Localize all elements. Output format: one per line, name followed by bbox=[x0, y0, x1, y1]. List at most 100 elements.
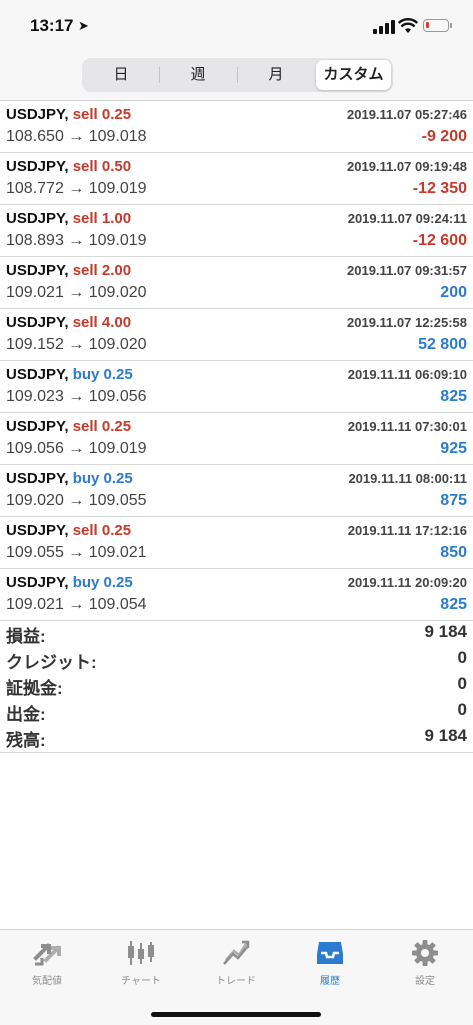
summary-row: 証拠金: 0 bbox=[0, 672, 473, 698]
trade-datetime: 2019.11.11 06:09:10 bbox=[347, 367, 467, 382]
trade-profit: 200 bbox=[440, 284, 467, 301]
trade-prices: 108.893 → 109.019 bbox=[6, 232, 147, 249]
trade-side: sell 0.25 bbox=[72, 106, 132, 123]
trade-datetime: 2019.11.07 09:19:48 bbox=[347, 159, 467, 174]
trade-prices: 109.152 → 109.020 bbox=[6, 336, 147, 353]
trade-datetime: 2019.11.11 17:12:16 bbox=[347, 523, 467, 538]
trade-row[interactable]: USDJPY, sell 0.25 2019.11.07 05:27:46 10… bbox=[0, 101, 473, 153]
period-header: 日 週 月 カスタム bbox=[0, 52, 473, 101]
inbox-tray-icon bbox=[317, 942, 343, 964]
summary-row: 損益: 9 184 bbox=[0, 620, 473, 646]
summary-label: 出金: bbox=[6, 705, 46, 724]
candlestick-chart-icon bbox=[128, 941, 154, 965]
trade-history-list: USDJPY, sell 0.25 2019.11.07 05:27:46 10… bbox=[0, 101, 473, 621]
tab-custom[interactable]: カスタム bbox=[316, 60, 391, 90]
trade-row[interactable]: USDJPY, sell 4.00 2019.11.07 12:25:58 10… bbox=[0, 309, 473, 361]
trade-symbol-line: USDJPY, buy 0.25 bbox=[6, 366, 133, 383]
trade-profit: 52 800 bbox=[418, 336, 467, 353]
trade-row[interactable]: USDJPY, sell 0.25 2019.11.11 17:12:16 10… bbox=[0, 517, 473, 569]
tab-label: 設定 bbox=[415, 976, 435, 987]
trade-symbol-line: USDJPY, sell 4.00 bbox=[6, 314, 132, 331]
tab-history[interactable]: 履歴 bbox=[283, 930, 377, 994]
trade-side: sell 0.50 bbox=[72, 158, 132, 175]
wifi-icon bbox=[398, 18, 418, 33]
quotes-arrows-icon bbox=[33, 943, 61, 966]
trade-prices: 109.020 → 109.055 bbox=[6, 492, 147, 509]
trade-side: buy 0.25 bbox=[72, 574, 133, 591]
summary-row: 残高: 9 184 bbox=[0, 724, 473, 750]
summary-row: 出金: 0 bbox=[0, 698, 473, 724]
trade-symbol-line: USDJPY, buy 0.25 bbox=[6, 574, 133, 591]
trade-profit: 825 bbox=[440, 596, 467, 613]
status-bar: 13:17 ➤ bbox=[0, 0, 473, 52]
trade-row[interactable]: USDJPY, sell 1.00 2019.11.07 09:24:11 10… bbox=[0, 205, 473, 257]
status-time: 13:17 bbox=[30, 16, 74, 35]
trade-row[interactable]: USDJPY, sell 0.25 2019.11.11 07:30:01 10… bbox=[0, 413, 473, 465]
tab-month[interactable]: 月 bbox=[238, 60, 314, 90]
tab-label: トレード bbox=[216, 976, 256, 987]
trade-prices: 109.023 → 109.056 bbox=[6, 388, 147, 405]
tab-day[interactable]: 日 bbox=[84, 60, 158, 90]
tab-trade[interactable]: トレード bbox=[189, 930, 283, 994]
trade-symbol-line: USDJPY, buy 0.25 bbox=[6, 470, 133, 487]
trade-datetime: 2019.11.11 20:09:20 bbox=[347, 575, 467, 590]
tab-quotes[interactable]: 気配値 bbox=[0, 930, 94, 994]
trade-symbol-line: USDJPY, sell 0.25 bbox=[6, 106, 132, 123]
tab-label: 気配値 bbox=[32, 976, 62, 987]
trade-row[interactable]: USDJPY, buy 0.25 2019.11.11 06:09:10 109… bbox=[0, 361, 473, 413]
trade-symbol-line: USDJPY, sell 2.00 bbox=[6, 262, 132, 279]
trade-side: sell 2.00 bbox=[72, 262, 132, 279]
summary-value: 0 bbox=[457, 648, 467, 667]
tab-settings[interactable]: 設定 bbox=[378, 930, 472, 994]
trade-profit: 875 bbox=[440, 492, 467, 509]
tab-label: 履歴 bbox=[320, 976, 340, 987]
summary-value: 0 bbox=[457, 674, 467, 693]
trade-row[interactable]: USDJPY, sell 2.00 2019.11.07 09:31:57 10… bbox=[0, 257, 473, 309]
summary-value: 9 184 bbox=[424, 622, 467, 641]
battery-icon bbox=[423, 19, 449, 32]
trade-datetime: 2019.11.11 07:30:01 bbox=[347, 419, 467, 434]
trade-row[interactable]: USDJPY, sell 0.50 2019.11.07 09:19:48 10… bbox=[0, 153, 473, 205]
summary-label: 証拠金: bbox=[6, 679, 63, 698]
location-arrow-icon: ➤ bbox=[78, 18, 89, 33]
trade-prices: 109.021 → 109.054 bbox=[6, 596, 147, 613]
trade-side: buy 0.25 bbox=[72, 366, 133, 383]
trade-side: sell 0.25 bbox=[72, 418, 132, 435]
trade-profit: 825 bbox=[440, 388, 467, 405]
summary-value: 0 bbox=[457, 700, 467, 719]
trade-prices: 108.650 → 109.018 bbox=[6, 128, 147, 145]
period-segmented-control: 日 週 月 カスタム bbox=[82, 58, 393, 92]
trade-profit: 925 bbox=[440, 440, 467, 457]
trade-datetime: 2019.11.11 08:00:11 bbox=[348, 471, 467, 486]
tab-chart[interactable]: チャート bbox=[94, 930, 188, 994]
trade-symbol-line: USDJPY, sell 1.00 bbox=[6, 210, 132, 227]
trade-symbol-line: USDJPY, sell 0.25 bbox=[6, 418, 132, 435]
trade-prices: 108.772 → 109.019 bbox=[6, 180, 147, 197]
trade-trend-icon bbox=[223, 940, 250, 965]
trade-row[interactable]: USDJPY, buy 0.25 2019.11.11 20:09:20 109… bbox=[0, 569, 473, 621]
home-indicator[interactable] bbox=[151, 1012, 321, 1017]
account-summary: 損益: 9 184 クレジット: 0 証拠金: 0 出金: 0 残高: 9 18… bbox=[0, 620, 473, 753]
trade-row[interactable]: USDJPY, buy 0.25 2019.11.11 08:00:11 109… bbox=[0, 465, 473, 517]
gear-icon bbox=[412, 940, 438, 966]
trade-side: sell 1.00 bbox=[72, 210, 132, 227]
trade-profit: -9 200 bbox=[421, 128, 467, 145]
trade-prices: 109.056 → 109.019 bbox=[6, 440, 147, 457]
cellular-signal-icon bbox=[373, 20, 395, 34]
summary-value: 9 184 bbox=[424, 726, 467, 745]
trade-symbol-line: USDJPY, sell 0.25 bbox=[6, 522, 132, 539]
trade-prices: 109.021 → 109.020 bbox=[6, 284, 147, 301]
tab-week[interactable]: 週 bbox=[160, 60, 236, 90]
trade-datetime: 2019.11.07 09:24:11 bbox=[347, 211, 467, 226]
summary-label: 残高: bbox=[6, 731, 46, 750]
summary-row: クレジット: 0 bbox=[0, 646, 473, 672]
summary-label: クレジット: bbox=[6, 653, 97, 672]
trade-datetime: 2019.11.07 09:31:57 bbox=[347, 263, 467, 278]
trade-profit: -12 600 bbox=[412, 232, 467, 249]
bottom-tab-bar: 気配値 チャート トレード 履歴 設定 bbox=[0, 929, 473, 1025]
trade-profit: -12 350 bbox=[412, 180, 467, 197]
trade-profit: 850 bbox=[440, 544, 467, 561]
trade-prices: 109.055 → 109.021 bbox=[6, 544, 147, 561]
tab-label: チャート bbox=[121, 976, 161, 987]
trade-side: sell 4.00 bbox=[72, 314, 132, 331]
